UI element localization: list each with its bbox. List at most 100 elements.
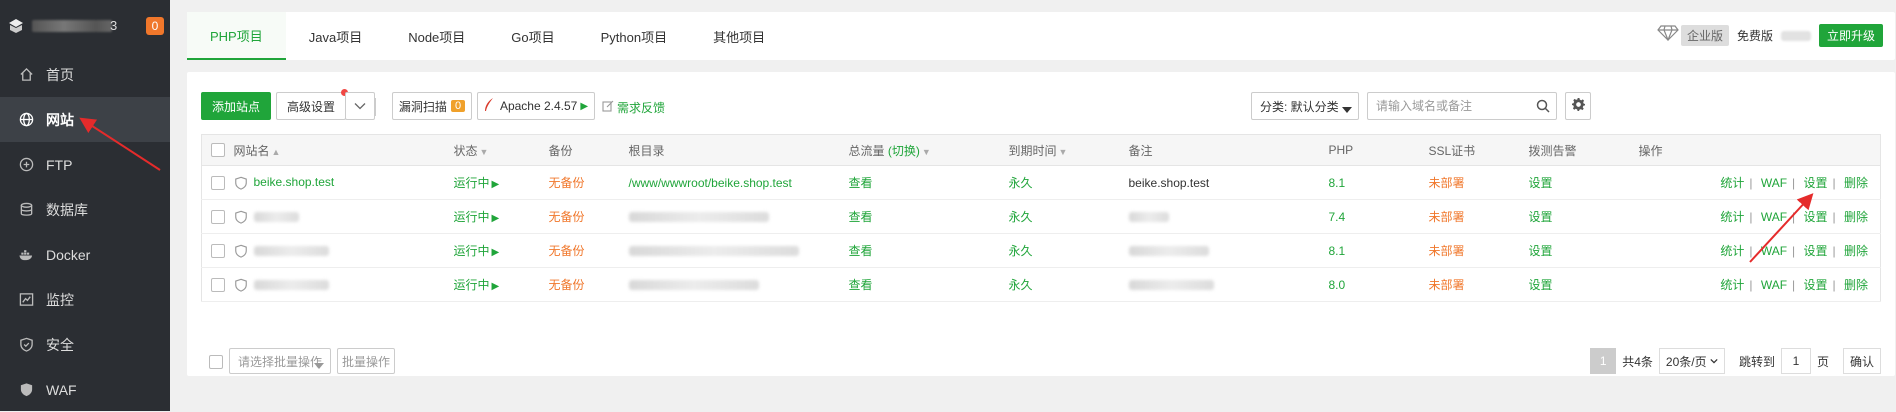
footer-select-all-checkbox[interactable] xyxy=(209,355,223,369)
column-header-expire[interactable]: 到期时间 ▼ xyxy=(1008,134,1129,166)
op-delete-link[interactable]: 删除 xyxy=(1844,176,1868,190)
batch-action-select[interactable]: 请选择批量操作 xyxy=(229,348,331,374)
tab-other[interactable]: 其他项目 xyxy=(690,12,788,60)
play-icon: ▶ xyxy=(580,100,589,112)
advanced-dropdown-button[interactable] xyxy=(345,92,375,120)
op-stats-link[interactable]: 统计 xyxy=(1720,210,1744,224)
status-running[interactable]: 运行中 ▶ xyxy=(454,176,500,190)
expire-date[interactable]: 永久 xyxy=(1009,210,1033,224)
backup-status[interactable]: 无备份 xyxy=(549,176,585,190)
enterprise-edition[interactable]: 企业版 xyxy=(1657,25,1729,46)
sites-toolbar: 添加站点 高级设置 漏洞扫描 0 Apache 2.4.57 ▶ 需求反馈 分类… xyxy=(201,89,1881,122)
row-checkbox[interactable] xyxy=(210,243,225,258)
upgrade-button[interactable]: 立即升级 xyxy=(1818,24,1883,47)
op-delete-link[interactable]: 删除 xyxy=(1844,278,1868,292)
feedback-link[interactable]: 需求反馈 xyxy=(602,99,665,116)
op-delete-link[interactable]: 删除 xyxy=(1844,244,1868,258)
ssl-status[interactable]: 未部署 xyxy=(1429,278,1465,292)
ssl-status[interactable]: 未部署 xyxy=(1429,244,1465,258)
row-checkbox[interactable] xyxy=(210,175,225,190)
expire-date[interactable]: 永久 xyxy=(1009,278,1033,292)
status-running[interactable]: 运行中 ▶ xyxy=(454,244,500,258)
backup-status[interactable]: 无备份 xyxy=(549,278,585,292)
column-header-status[interactable]: 状态 ▼ xyxy=(453,134,549,166)
per-page-select[interactable]: 20条/页 xyxy=(1658,348,1725,374)
jump-page-input[interactable]: 1 xyxy=(1780,348,1811,374)
apache-button[interactable]: Apache 2.4.57 ▶ xyxy=(477,92,595,120)
tab-java[interactable]: Java项目 xyxy=(286,12,385,60)
tab-php[interactable]: PHP项目 xyxy=(187,12,286,60)
alert-settings-link[interactable]: 设置 xyxy=(1529,210,1553,224)
backup-status[interactable]: 无备份 xyxy=(549,210,585,224)
sidebar-item-database[interactable]: 数据库 xyxy=(0,187,170,232)
page-current[interactable]: 1 xyxy=(1590,348,1617,374)
ssl-status[interactable]: 未部署 xyxy=(1429,176,1465,190)
op-stats-link[interactable]: 统计 xyxy=(1720,244,1744,258)
notification-badge[interactable]: 0 xyxy=(146,17,164,35)
row-checkbox[interactable] xyxy=(210,209,225,224)
diamond-icon xyxy=(1657,25,1679,46)
column-header-traffic[interactable]: 总流量 (切换) ▼ xyxy=(848,134,1009,166)
note-text[interactable]: beike.shop.test xyxy=(1129,176,1210,190)
enterprise-label: 企业版 xyxy=(1680,25,1729,46)
traffic-view-link[interactable]: 查看 xyxy=(849,210,873,224)
op-settings-link[interactable]: 设置 xyxy=(1804,176,1828,190)
op-settings-link[interactable]: 设置 xyxy=(1804,210,1828,224)
category-select[interactable]: 分类: 默认分类 xyxy=(1251,92,1359,120)
backup-status[interactable]: 无备份 xyxy=(549,244,585,258)
traffic-switch-link[interactable]: (切换) xyxy=(888,144,920,158)
alert-settings-link[interactable]: 设置 xyxy=(1529,278,1553,292)
sidebar-item-waf[interactable]: WAF xyxy=(0,367,170,412)
alert-settings-link[interactable]: 设置 xyxy=(1529,176,1553,190)
status-running[interactable]: 运行中 ▶ xyxy=(454,278,500,292)
settings-gear-button[interactable] xyxy=(1565,92,1591,120)
op-delete-link[interactable]: 删除 xyxy=(1844,210,1868,224)
root-dir-link[interactable]: /www/wwwroot/beike.shop.test xyxy=(629,176,792,190)
php-version[interactable]: 8.1 xyxy=(1329,176,1346,190)
column-header-name[interactable]: 网站名 ▲ xyxy=(233,134,454,166)
search-icon[interactable] xyxy=(1536,99,1550,116)
select-all-checkbox[interactable] xyxy=(210,143,225,158)
traffic-view-link[interactable]: 查看 xyxy=(849,244,873,258)
sidebar-item-home[interactable]: 首页 xyxy=(0,52,170,97)
site-name-link[interactable]: beike.shop.test xyxy=(254,175,335,189)
op-waf-link[interactable]: WAF xyxy=(1761,210,1787,224)
op-stats-link[interactable]: 统计 xyxy=(1720,176,1744,190)
expire-date[interactable]: 永久 xyxy=(1009,244,1033,258)
sidebar-item-website[interactable]: 网站 xyxy=(0,97,170,142)
sidebar-item-monitor[interactable]: 监控 xyxy=(0,277,170,322)
op-waf-link[interactable]: WAF xyxy=(1761,278,1787,292)
traffic-view-link[interactable]: 查看 xyxy=(849,278,873,292)
tab-python[interactable]: Python项目 xyxy=(578,12,690,60)
batch-action-button[interactable]: 批量操作 xyxy=(337,348,395,374)
advanced-settings-label: 高级设置 xyxy=(286,99,335,114)
op-waf-link[interactable]: WAF xyxy=(1761,176,1787,190)
sidebar-item-security[interactable]: 安全 xyxy=(0,322,170,367)
sidebar-item-ftp[interactable]: FTP xyxy=(0,142,170,187)
php-version[interactable]: 8.1 xyxy=(1329,244,1346,258)
tab-go[interactable]: Go项目 xyxy=(488,12,577,60)
op-settings-link[interactable]: 设置 xyxy=(1804,278,1828,292)
alert-settings-link[interactable]: 设置 xyxy=(1529,244,1553,258)
traffic-view-link[interactable]: 查看 xyxy=(849,176,873,190)
vulnerability-scan-button[interactable]: 漏洞扫描 0 xyxy=(392,92,472,120)
total-count: 共4条 xyxy=(1622,354,1653,369)
gear-icon xyxy=(1571,98,1585,114)
add-site-button[interactable]: 添加站点 xyxy=(201,92,271,120)
expire-date[interactable]: 永久 xyxy=(1009,176,1033,190)
sidebar-item-label: Docker xyxy=(46,246,91,263)
op-stats-link[interactable]: 统计 xyxy=(1720,278,1744,292)
shield-icon xyxy=(234,176,248,190)
php-version[interactable]: 8.0 xyxy=(1329,278,1346,292)
op-settings-link[interactable]: 设置 xyxy=(1804,244,1828,258)
php-version[interactable]: 7.4 xyxy=(1329,210,1346,224)
op-waf-link[interactable]: WAF xyxy=(1761,244,1787,258)
ssl-status[interactable]: 未部署 xyxy=(1429,210,1465,224)
tab-node[interactable]: Node项目 xyxy=(385,12,488,60)
search-input[interactable] xyxy=(1367,92,1557,120)
row-checkbox[interactable] xyxy=(210,277,225,292)
advanced-settings-button[interactable]: 高级设置 xyxy=(276,89,348,120)
sidebar-item-docker[interactable]: Docker xyxy=(0,232,170,277)
status-running[interactable]: 运行中 ▶ xyxy=(454,210,500,224)
jump-confirm-button[interactable]: 确认 xyxy=(1842,348,1881,374)
